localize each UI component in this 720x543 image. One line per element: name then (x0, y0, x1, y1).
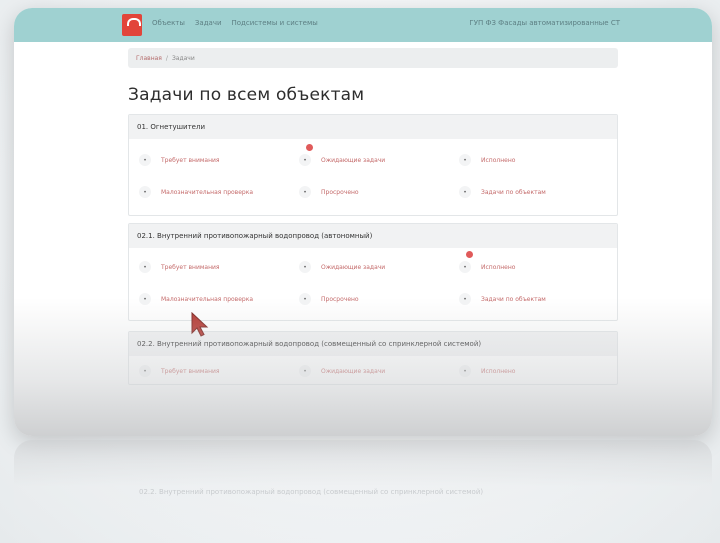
breadcrumb-separator: / (165, 54, 168, 62)
task-label: Задачи по объектам (481, 295, 546, 303)
task-link-minor[interactable]: • Малозначительная проверка (139, 292, 299, 306)
task-grid: • Требует внимания • Ожидающие задачи • … (129, 356, 617, 384)
task-link-attention[interactable]: • Требует внимания (139, 260, 299, 274)
section-water-supply-sprinkler: 02.2. Внутренний противопожарный водопро… (128, 331, 618, 385)
task-link-overdue[interactable]: • Просрочено (299, 185, 459, 199)
window-reflection: 02.2. Внутренний противопожарный водопро… (14, 440, 712, 543)
section-title: 02.1. Внутренний противопожарный водопро… (129, 224, 617, 248)
task-label: Исполнено (481, 156, 516, 164)
task-link-overdue[interactable]: • Просрочено (299, 292, 459, 306)
status-icon: • (299, 365, 311, 377)
status-icon: • (139, 261, 151, 273)
breadcrumb: Главная / Задачи (128, 48, 618, 68)
task-grid: • Требует внимания • Ожидающие задачи • … (129, 139, 617, 215)
task-grid: • Требует внимания • Ожидающие задачи • … (129, 248, 617, 320)
task-link-done[interactable]: • Исполнено (459, 364, 619, 378)
status-icon: • (139, 365, 151, 377)
reflection-text: 02.2. Внутренний противопожарный водопро… (139, 488, 484, 496)
nav-objects-link[interactable]: Объекты (152, 19, 185, 27)
section-fire-extinguishers: 01. Огнетушители • Требует внимания • Ож… (128, 114, 618, 216)
status-icon: • (299, 186, 311, 198)
task-label: Просрочено (321, 188, 359, 196)
page-title: Задачи по всем объектам (128, 85, 365, 105)
status-icon: • (459, 154, 471, 166)
breadcrumb-current: Задачи (171, 54, 195, 62)
status-icon: • (139, 154, 151, 166)
nav-systems-link[interactable]: Подсистемы и системы (232, 19, 318, 27)
task-label: Ожидающие задачи (321, 263, 386, 271)
task-link-by-object[interactable]: • Задачи по объектам (459, 292, 619, 306)
task-label: Исполнено (481, 367, 516, 375)
task-link-attention[interactable]: • Требует внимания (139, 153, 299, 167)
section-title: 01. Огнетушители (129, 115, 617, 139)
task-label: Исполнено (481, 263, 516, 271)
task-label: Ожидающие задачи (321, 156, 386, 164)
task-label: Просрочено (321, 295, 359, 303)
task-link-done[interactable]: • Исполнено (459, 153, 619, 167)
task-link-pending[interactable]: • Ожидающие задачи (299, 144, 459, 167)
status-icon: • (139, 293, 151, 305)
task-label: Малозначительная проверка (161, 295, 254, 303)
status-icon: • (139, 186, 151, 198)
status-icon: • (459, 261, 471, 273)
task-link-minor[interactable]: • Малозначительная проверка (139, 185, 299, 199)
task-label: Ожидающие задачи (321, 367, 386, 375)
notification-dot (466, 251, 473, 258)
breadcrumb-home-link[interactable]: Главная (136, 55, 162, 62)
status-icon: • (459, 186, 471, 198)
task-label: Требует внимания (161, 367, 220, 375)
task-label: Малозначительная проверка (161, 188, 254, 196)
task-label: Задачи по объектам (481, 188, 546, 196)
app-logo-icon[interactable] (122, 14, 142, 36)
main-nav: Объекты Задачи Подсистемы и системы (152, 19, 318, 27)
status-icon: • (299, 154, 311, 166)
browser-window: Объекты Задачи Подсистемы и системы ГУП … (14, 8, 712, 436)
task-link-by-object[interactable]: • Задачи по объектам (459, 185, 619, 199)
task-link-attention[interactable]: • Требует внимания (139, 364, 299, 378)
nav-tasks-link[interactable]: Задачи (195, 19, 222, 27)
status-icon: • (459, 293, 471, 305)
top-navbar: Объекты Задачи Подсистемы и системы ГУП … (14, 8, 712, 42)
task-label: Требует внимания (161, 263, 220, 271)
section-water-supply-autonomous: 02.1. Внутренний противопожарный водопро… (128, 223, 618, 321)
task-link-pending[interactable]: • Ожидающие задачи (299, 364, 459, 378)
status-icon: • (459, 365, 471, 377)
task-label: Требует внимания (161, 156, 220, 164)
task-link-pending[interactable]: • Ожидающие задачи (299, 260, 459, 274)
mouse-cursor-icon (191, 312, 209, 337)
notification-dot (306, 144, 313, 151)
user-menu[interactable]: ГУП ФЗ Фасады автоматизированные СТ (469, 19, 620, 27)
status-icon: • (299, 293, 311, 305)
status-icon: • (299, 261, 311, 273)
task-link-done[interactable]: • Исполнено (459, 251, 619, 274)
